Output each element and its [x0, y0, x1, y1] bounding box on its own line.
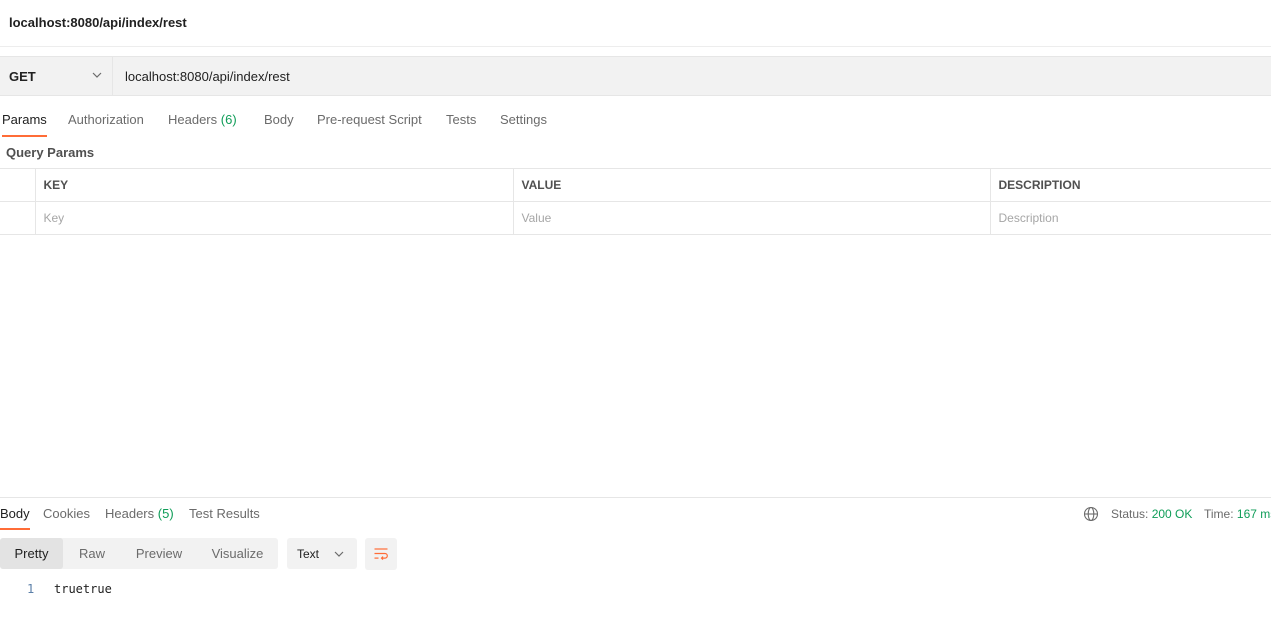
table-row: Key Value Description — [0, 201, 1271, 235]
response-tab-test-results[interactable]: Test Results — [189, 506, 260, 521]
column-header-value: VALUE — [513, 168, 991, 202]
response-divider[interactable] — [0, 497, 1271, 498]
table-header-row: KEY VALUE DESCRIPTION — [0, 168, 1271, 202]
tab-body[interactable]: Body — [264, 112, 294, 127]
view-mode-selector: Pretty Raw Preview Visualize — [0, 538, 278, 569]
key-input[interactable]: Key — [35, 201, 514, 235]
view-mode-visualize[interactable]: Visualize — [197, 538, 278, 569]
value-input[interactable]: Value — [513, 201, 991, 235]
row-checkbox-cell[interactable] — [0, 201, 36, 235]
wrap-lines-icon — [374, 548, 388, 561]
tab-settings[interactable]: Settings — [500, 112, 547, 127]
headers-count: (6) — [220, 112, 237, 127]
line-number: 1 — [27, 582, 35, 596]
tab-headers-label: Headers — [168, 112, 218, 127]
url-bar: GET localhost:8080/api/index/rest — [0, 56, 1271, 96]
chevron-down-icon — [334, 551, 344, 557]
url-input[interactable]: localhost:8080/api/index/rest — [125, 69, 290, 84]
status-value[interactable]: 200 OK — [1152, 507, 1193, 521]
view-mode-raw[interactable]: Raw — [63, 538, 121, 569]
view-mode-preview[interactable]: Preview — [121, 538, 197, 569]
column-header-key: KEY — [35, 168, 514, 202]
time-label: Time: — [1204, 507, 1234, 521]
method-select[interactable]: GET — [0, 57, 113, 95]
status-label: Status: — [1111, 507, 1149, 521]
time-value[interactable]: 167 ms — [1237, 507, 1271, 521]
wrap-lines-button[interactable] — [365, 538, 397, 570]
tab-headers[interactable]: Headers (6) — [168, 112, 237, 127]
tab-params[interactable]: Params — [2, 112, 47, 137]
globe-icon[interactable] — [1083, 506, 1099, 522]
query-params-label: Query Params — [6, 145, 95, 160]
response-tab-cookies[interactable]: Cookies — [43, 506, 90, 521]
tab-authorization[interactable]: Authorization — [68, 112, 144, 127]
chevron-down-icon — [92, 72, 102, 78]
response-time: Time: 167 ms — [1204, 507, 1271, 521]
view-mode-pretty[interactable]: Pretty — [0, 538, 63, 569]
tab-pre-request-script[interactable]: Pre-request Script — [317, 112, 422, 127]
tab-tests[interactable]: Tests — [446, 112, 476, 127]
response-tab-headers[interactable]: Headers (5) — [105, 506, 174, 521]
checkbox-column-header — [0, 168, 36, 202]
response-tab-body[interactable]: Body — [0, 506, 30, 530]
response-headers-count: (5) — [157, 506, 174, 521]
request-title[interactable]: localhost:8080/api/index/rest — [9, 15, 187, 30]
description-input[interactable]: Description — [990, 201, 1271, 235]
format-select[interactable]: Text — [287, 538, 357, 569]
format-label: Text — [297, 547, 320, 561]
query-params-table: KEY VALUE DESCRIPTION Key Value Descript… — [0, 168, 1271, 235]
method-label: GET — [9, 69, 36, 84]
request-title-bar: localhost:8080/api/index/rest — [0, 0, 1271, 47]
response-tab-headers-label: Headers — [105, 506, 155, 521]
column-header-description: DESCRIPTION — [990, 168, 1271, 202]
response-status: Status: 200 OK — [1111, 507, 1192, 521]
response-body-line[interactable]: truetrue — [54, 582, 112, 596]
